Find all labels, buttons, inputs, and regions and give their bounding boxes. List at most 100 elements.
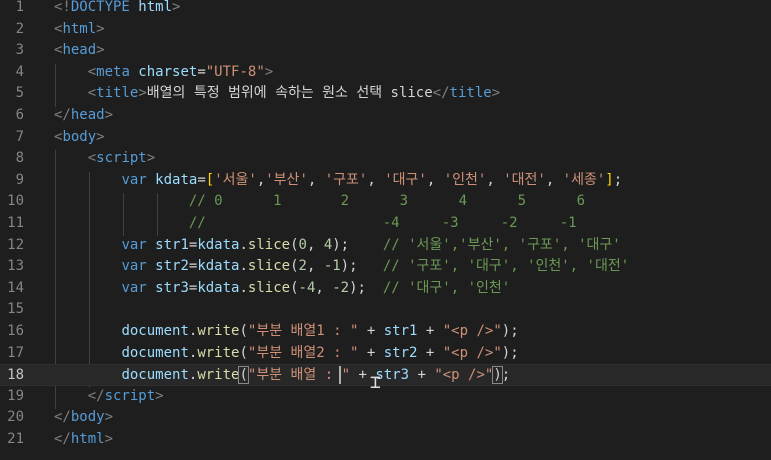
line-number: 12 [7, 236, 24, 253]
code-line[interactable]: 13 var str2=kdata.slice(2, -1); // '구포',… [0, 256, 771, 278]
code-token: , [306, 236, 324, 253]
code-token: head [62, 42, 97, 59]
code-token: = [197, 171, 206, 188]
code-line[interactable]: 11 // -4 -3 -2 -1 [0, 213, 771, 235]
code-token: ); [501, 344, 519, 361]
code-token: < [87, 63, 97, 80]
code-token: . [239, 258, 248, 275]
code-token: 2 [298, 258, 307, 275]
code-line[interactable]: 7 <body> [0, 127, 771, 149]
code-line[interactable]: 10 // 0 1 2 3 4 5 6 [0, 191, 771, 213]
code-token: "UTF-8" [205, 63, 265, 80]
code-line[interactable]: 1 <!DOCTYPE html> [0, 0, 771, 19]
code-token: , [367, 171, 385, 188]
mouse-ibeam-icon: ⌶ [370, 372, 381, 393]
code-line[interactable]: 19 </script> [0, 386, 771, 408]
code-token: title [96, 85, 139, 102]
text-cursor [339, 366, 341, 385]
code-token: + [358, 323, 384, 339]
code-token: str2 [146, 258, 189, 275]
code-token: "부분 배열 [247, 367, 317, 384]
line-number: 5 [15, 85, 24, 102]
code-text: <html> [54, 19, 105, 41]
code-token: -2 [332, 279, 350, 296]
code-token: , [306, 258, 324, 275]
code-token: < [87, 150, 97, 167]
code-token: ) [492, 366, 503, 385]
code-token: 배열의 특정 범위에 속하는 원소 선택 slice [146, 85, 433, 102]
code-line[interactable]: 20 </body> [0, 407, 771, 429]
code-token: , [426, 171, 444, 188]
code-token: script [96, 150, 147, 167]
code-token: write [197, 367, 240, 384]
code-token: '서울' [214, 171, 257, 188]
code-token: ( [290, 236, 299, 253]
code-line[interactable]: 4 <meta charset="UTF-8"> [0, 62, 771, 84]
code-token: -1 [323, 258, 341, 275]
code-token: > [104, 431, 114, 447]
code-editor[interactable]: 1 <!DOCTYPE html> 2 <html> 3 <head> 4 <meta ch… [0, 0, 771, 460]
code-token: ); [340, 258, 358, 275]
code-line[interactable]: 5 <title>배열의 특정 범위에 속하는 원소 선택 slice</tit… [0, 83, 771, 105]
code-line[interactable]: 18 document.write("부분 배열 : " + str3 + "<… [0, 364, 771, 386]
code-token: 4 [323, 236, 333, 253]
code-line[interactable]: 6 </head> [0, 105, 771, 127]
code-token: ( [238, 366, 249, 385]
code-text: document.write("부분 배열 : " + str3 + "<p /… [54, 365, 510, 387]
code-line[interactable]: 15 [0, 299, 771, 321]
code-token: </ [432, 85, 450, 102]
code-line[interactable]: 17 document.write("부분 배열2 : " + str2 + "… [0, 343, 771, 365]
code-token: str1 [146, 236, 189, 253]
code-token: slice [247, 279, 291, 296]
code-token: "부분 배열1 : " [247, 323, 359, 339]
code-text: document.write("부분 배열2 : " + str2 + "<p … [54, 343, 519, 365]
code-token: body [70, 409, 105, 426]
code-token: slice [247, 258, 291, 275]
code-line[interactable]: 9 var kdata=['서울','부산', '구포', '대구', '인천'… [0, 170, 771, 192]
code-token: "<p />" [442, 344, 502, 361]
code-token: ; [501, 367, 511, 384]
code-token: "부분 배열2 : " [247, 344, 359, 361]
code-text: </head> [54, 105, 113, 127]
code-token: ); [501, 323, 519, 339]
code-token: <! [54, 0, 71, 15]
code-line[interactable]: 14 var str3=kdata.slice(-4, -2); // '대구'… [0, 278, 771, 300]
code-text: // -4 -3 -2 -1 [54, 213, 577, 235]
line-number: 1 [15, 0, 24, 15]
line-number: 16 [7, 323, 24, 339]
code-text: <title>배열의 특정 범위에 속하는 원소 선택 slice</title… [54, 83, 500, 105]
code-line[interactable]: 2 <html> [0, 19, 771, 41]
code-token: var [121, 279, 147, 296]
code-token: "<p />" [442, 323, 502, 339]
code-token: document [121, 344, 189, 361]
code-text: <meta charset="UTF-8"> [54, 62, 273, 84]
code-line[interactable]: 12 var str1=kdata.slice(0, 4); // '서울','… [0, 235, 771, 257]
code-token: > [155, 387, 164, 404]
code-text: </body> [54, 407, 113, 429]
code-token: '구포' [324, 171, 368, 188]
code-line[interactable]: 21 </html> [0, 429, 771, 451]
code-token: meta [96, 63, 130, 80]
code-line[interactable]: 3 <head> [0, 40, 771, 62]
code-token: document [121, 367, 189, 384]
code-text: </html> [54, 429, 113, 451]
code-text: <head> [54, 40, 105, 62]
code-line[interactable]: 8 <script> [0, 148, 771, 170]
code-token: DOCTYPE [70, 0, 130, 15]
code-token: : " [316, 367, 351, 384]
code-token: '대전' [503, 171, 546, 188]
code-token: write [197, 344, 240, 361]
code-line[interactable]: 16 document.write("부분 배열1 : " + str1 + "… [0, 321, 771, 343]
code-token: // '대구', '인천' [382, 279, 511, 296]
line-number: 4 [15, 63, 24, 80]
code-token: ] [605, 171, 614, 188]
line-number: 10 [7, 193, 24, 210]
line-number: 14 [7, 279, 24, 296]
code-text: // 0 1 2 3 4 5 6 [54, 191, 585, 213]
code-token: > [172, 0, 181, 15]
